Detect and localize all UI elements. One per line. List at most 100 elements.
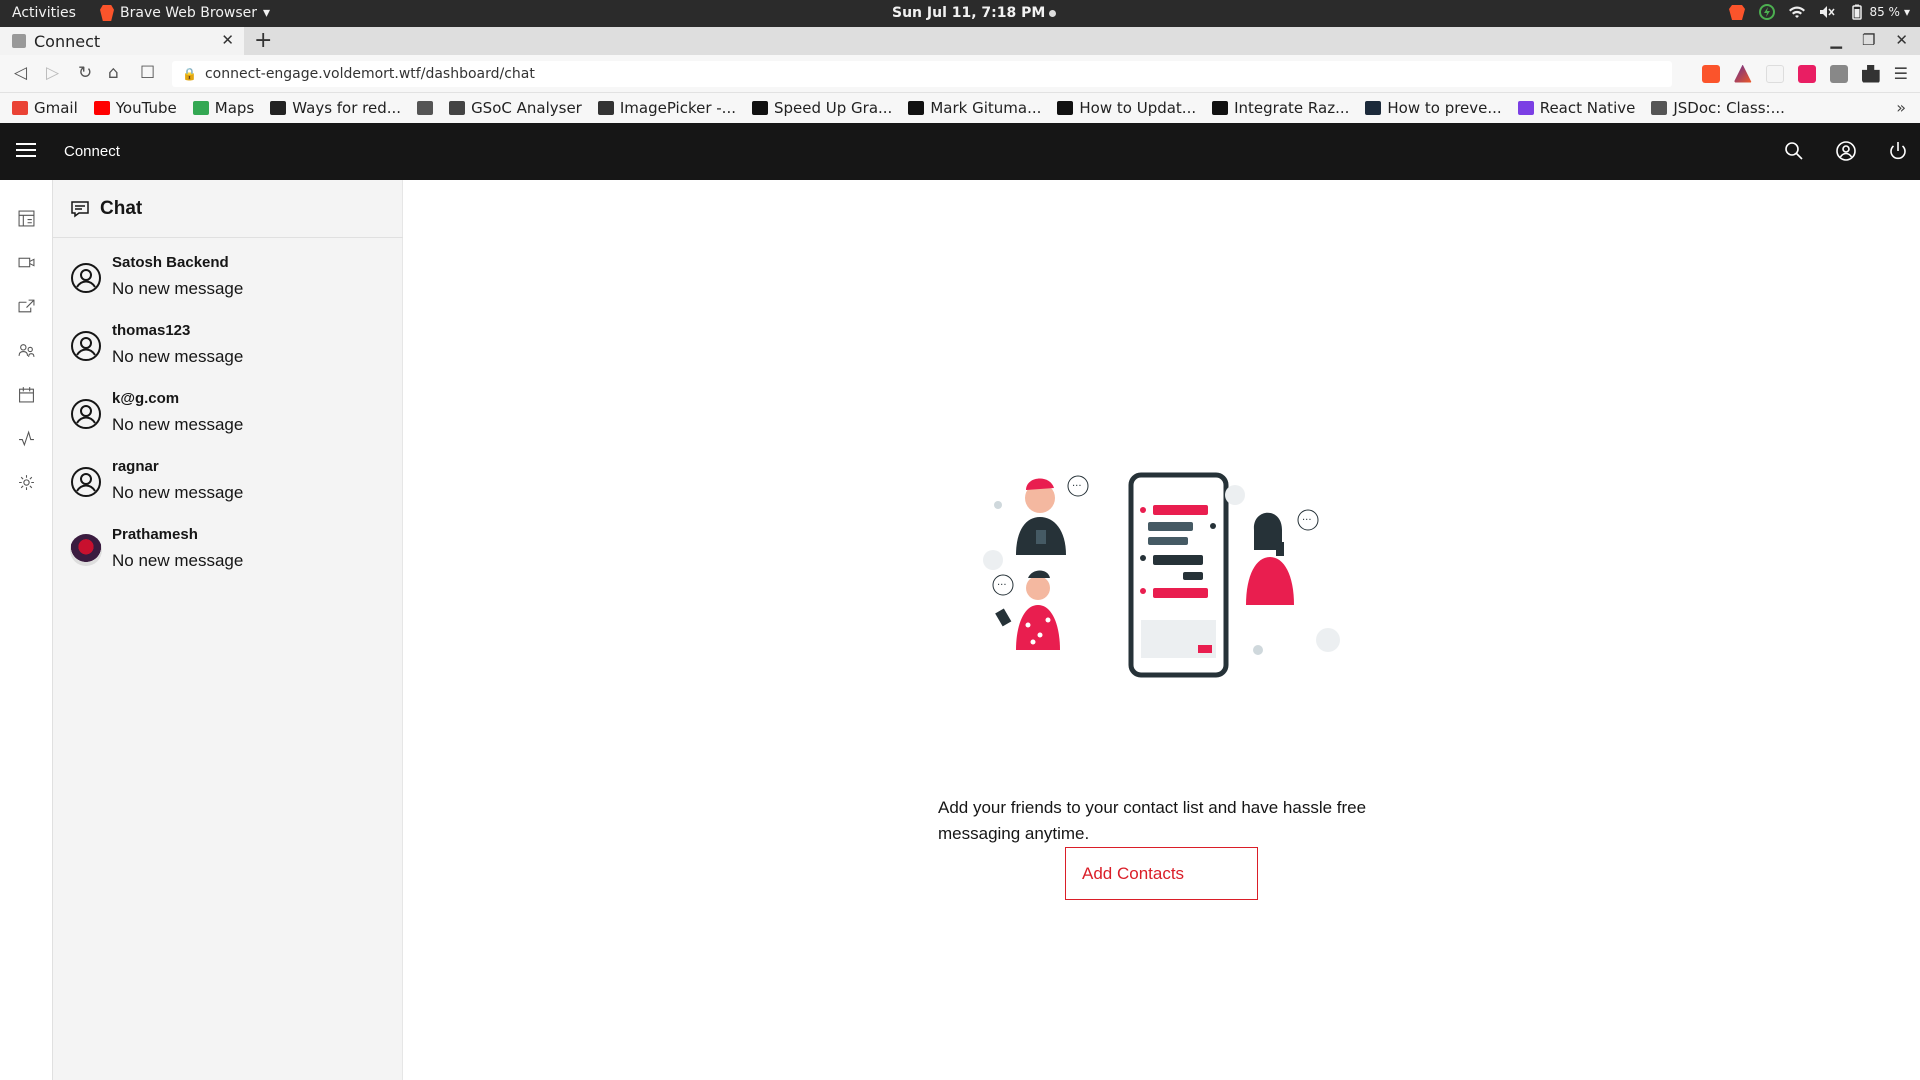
- bookmark-item[interactable]: Maps: [192, 99, 254, 117]
- bookmark-item[interactable]: How to Updat...: [1057, 99, 1196, 117]
- bookmarks-bar: Gmail YouTube Maps Ways for red... GSoC Anal…: [0, 93, 1920, 123]
- github-icon: [597, 101, 614, 115]
- app-menu[interactable]: Brave Web Browser ▾: [100, 5, 270, 21]
- bookmark-item[interactable]: [417, 101, 434, 115]
- system-top-bar: Activities Brave Web Browser ▾ Sun Jul 1…: [0, 0, 1920, 27]
- bookmark-item[interactable]: Mark Gituma...: [908, 99, 1041, 117]
- contact-name: Satosh Backend: [112, 254, 229, 271]
- activities-button[interactable]: Activities: [12, 5, 76, 21]
- extension-colors-icon[interactable]: [1765, 64, 1784, 83]
- close-tab-icon[interactable]: ✕: [221, 31, 234, 49]
- bookmark-label: Ways for red...: [292, 99, 402, 117]
- bookmark-item[interactable]: GSoC Analyser: [449, 99, 582, 117]
- contact-last-message: No new message: [112, 415, 244, 434]
- chevron-down-icon: ▾: [263, 5, 271, 21]
- dashboard-icon[interactable]: [18, 210, 35, 227]
- contact-item[interactable]: ragnar No new message: [53, 452, 403, 520]
- youtube-icon: [93, 101, 110, 115]
- contact-item[interactable]: Satosh Backend No new message: [53, 248, 403, 316]
- svg-text:···: ···: [1072, 481, 1082, 492]
- side-nav-rail: [0, 180, 53, 1080]
- app-title[interactable]: Connect: [64, 143, 120, 160]
- bookmark-item[interactable]: YouTube: [93, 99, 177, 117]
- brave-shields-icon[interactable]: [1701, 64, 1720, 83]
- bookmark-item[interactable]: Speed Up Gra...: [751, 99, 892, 117]
- notification-dot-icon: [1049, 9, 1057, 17]
- battery-icon: [1852, 4, 1863, 20]
- app-header: Connect: [0, 123, 1920, 180]
- chart-icon: [449, 101, 466, 115]
- contact-item[interactable]: thomas123 No new message: [53, 316, 403, 384]
- contact-item[interactable]: k@g.com No new message: [53, 384, 403, 452]
- address-bar[interactable]: 🔒 connect-engage.voldemort.wtf/dashboard…: [172, 61, 1672, 87]
- tab-favicon-icon: [12, 34, 26, 48]
- clock[interactable]: Sun Jul 11, 7:18 PM: [892, 5, 1057, 21]
- restore-icon[interactable]: ❐: [1862, 31, 1875, 49]
- brave-rewards-icon[interactable]: [1733, 64, 1752, 83]
- chevron-down-icon: ▾: [1903, 5, 1910, 19]
- menu-icon[interactable]: ☰: [1894, 64, 1908, 83]
- chat-panel-title: Chat: [100, 197, 143, 219]
- contact-name: Prathamesh: [112, 526, 198, 543]
- bookmark-label: How to Updat...: [1079, 99, 1197, 117]
- power-icon[interactable]: [1886, 139, 1910, 163]
- video-icon[interactable]: [18, 254, 35, 271]
- extension-image-icon[interactable]: [1829, 64, 1848, 83]
- share-screen-icon[interactable]: [18, 298, 35, 315]
- puzzle-icon[interactable]: [1861, 64, 1880, 83]
- bookmarks-overflow-icon[interactable]: »: [1896, 98, 1906, 117]
- battery-indicator: 85 % ▾: [1849, 4, 1910, 20]
- activity-icon[interactable]: [18, 430, 35, 447]
- user-avatar-icon: [70, 262, 102, 294]
- forward-icon[interactable]: ▷: [46, 63, 59, 83]
- contact-name: ragnar: [112, 458, 159, 475]
- bookmark-item[interactable]: Integrate Raz...: [1212, 99, 1349, 117]
- contact-last-message: No new message: [112, 347, 244, 366]
- contacts-icon[interactable]: [18, 342, 35, 359]
- header-actions: [1782, 139, 1910, 163]
- back-icon[interactable]: ◁: [14, 63, 27, 83]
- contact-item[interactable]: Prathamesh No new message: [53, 520, 403, 588]
- add-contacts-button[interactable]: Add Contacts: [1065, 847, 1258, 900]
- bookmark-label: Gmail: [34, 99, 78, 117]
- bookmark-item[interactable]: React Native: [1517, 99, 1635, 117]
- settings-gear-icon[interactable]: [18, 474, 35, 491]
- brave-tray-icon: [1729, 5, 1746, 20]
- bookmark-item[interactable]: JSDoc: Class:...: [1651, 99, 1785, 117]
- close-window-icon[interactable]: ✕: [1895, 31, 1908, 49]
- user-profile-icon[interactable]: [1834, 139, 1858, 163]
- extension-red-icon[interactable]: [1797, 64, 1816, 83]
- globe-icon: [417, 101, 434, 115]
- chat-panel-header: Chat: [53, 180, 403, 238]
- tab-strip: Connect ✕ + ▁ ❐ ✕: [0, 27, 1920, 55]
- browser-tab-connect[interactable]: Connect ✕: [0, 27, 244, 55]
- reload-icon[interactable]: ↻: [78, 63, 92, 83]
- minimize-icon[interactable]: ▁: [1830, 31, 1842, 49]
- browser-toolbar: ◁ ▷ ↻ ⌂ ☐ 🔒 connect-engage.voldemort.wtf…: [0, 55, 1920, 93]
- gmail-icon: [12, 101, 28, 115]
- svg-text:···: ···: [997, 580, 1007, 591]
- brave-logo-icon: [100, 5, 114, 21]
- bookmark-item[interactable]: ImagePicker -...: [597, 99, 736, 117]
- bookmark-icon[interactable]: ☐: [140, 63, 155, 83]
- app-menu-label: Brave Web Browser: [120, 5, 257, 21]
- contact-last-message: No new message: [112, 483, 244, 502]
- svg-text:···: ···: [1302, 515, 1312, 526]
- chat-list-panel: Chat Satosh Backend No new message thomas1…: [53, 180, 403, 1080]
- home-icon[interactable]: ⌂: [108, 63, 119, 83]
- lock-icon: 🔒: [182, 67, 197, 81]
- search-icon[interactable]: [1782, 139, 1806, 163]
- new-tab-button[interactable]: +: [254, 28, 272, 53]
- power-status-icon: [1759, 4, 1776, 20]
- bookmark-item[interactable]: How to preve...: [1365, 99, 1502, 117]
- contact-last-message: No new message: [112, 551, 244, 570]
- dev-icon: [1057, 101, 1074, 115]
- bookmark-item[interactable]: Ways for red...: [270, 99, 401, 117]
- system-tray[interactable]: 85 % ▾: [1729, 4, 1910, 20]
- bookmark-label: GSoC Analyser: [471, 99, 582, 117]
- calendar-icon[interactable]: [18, 386, 35, 403]
- hamburger-menu-icon[interactable]: [16, 143, 36, 159]
- medium-icon: [908, 101, 925, 115]
- bookmark-item[interactable]: Gmail: [12, 99, 78, 117]
- dev-icon: [1212, 101, 1229, 115]
